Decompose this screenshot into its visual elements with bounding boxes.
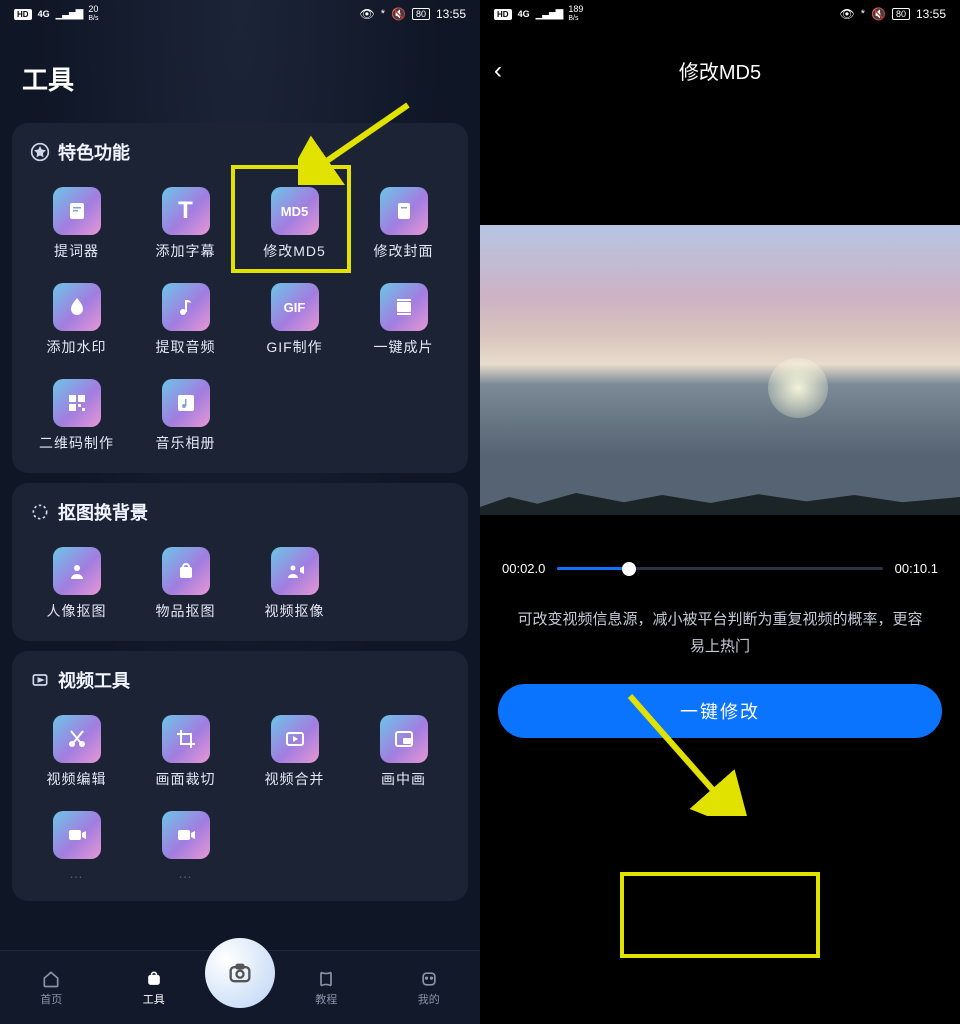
mute-icon: 🔇: [391, 7, 406, 21]
scrubber-track[interactable]: [557, 567, 882, 570]
play-icon: [271, 715, 319, 763]
tool-crop[interactable]: 画面裁切: [131, 705, 240, 801]
tool-auto-film[interactable]: 一键成片: [349, 273, 458, 369]
header-title: 修改MD5: [494, 56, 946, 85]
tool-video-edit[interactable]: 视频编辑: [22, 705, 131, 801]
nav-home[interactable]: 首页: [0, 969, 103, 1007]
pip-icon: [380, 715, 428, 763]
section-title: 视频工具: [58, 667, 130, 693]
preview-image: [480, 225, 960, 515]
doc-icon: [53, 187, 101, 235]
scrubber-fill: [557, 567, 629, 570]
section-special: 特色功能 提词器 T添加字幕 MD5修改MD5 修改封面 添加水印 提取音频 G…: [12, 123, 468, 473]
t-icon: T: [162, 187, 210, 235]
net-speed: 189B/s: [568, 5, 583, 23]
nav-camera[interactable]: [205, 938, 275, 1008]
vidperson-icon: [271, 547, 319, 595]
note-icon: [162, 283, 210, 331]
video-preview[interactable]: [480, 225, 960, 515]
cut-icon: [53, 715, 101, 763]
page-icon: [380, 187, 428, 235]
nav-tutorial[interactable]: 教程: [275, 969, 378, 1007]
hd-badge: HD: [494, 9, 512, 20]
section-title: 特色功能: [58, 139, 130, 165]
signal-icon: ▁▃▅▇: [536, 9, 563, 20]
nav-tools[interactable]: 工具: [103, 969, 206, 1007]
crop-icon: [162, 715, 210, 763]
tool-extra1[interactable]: …: [22, 801, 131, 893]
highlight-button: [620, 872, 820, 958]
bluetooth-icon: *: [861, 8, 865, 20]
phone-left: HD 4G ▁▃▅▇ 20B/s 👁 * 🔇 80 13:55 工具 特色功能 …: [0, 0, 480, 1024]
tool-subtitle[interactable]: T添加字幕: [131, 177, 240, 273]
tool-cover[interactable]: 修改封面: [349, 177, 458, 273]
section-cutout: 抠图换背景 人像抠图 物品抠图 视频抠像: [12, 483, 468, 641]
tool-music-album[interactable]: 音乐相册: [131, 369, 240, 465]
person-icon: [53, 547, 101, 595]
film-icon: [380, 283, 428, 331]
tool-portrait-cutout[interactable]: 人像抠图: [22, 537, 131, 633]
md5-icon: MD5: [271, 187, 319, 235]
vid-extra1-icon: [53, 811, 101, 859]
time-current: 00:02.0: [502, 561, 545, 576]
header: ‹ 修改MD5: [480, 28, 960, 95]
tool-gif[interactable]: GIFGIF制作: [240, 273, 349, 369]
status-bar-left: HD 4G ▁▃▅▇ 20B/s 👁 * 🔇 80 13:55: [0, 0, 480, 28]
star-icon: [30, 142, 50, 162]
music-icon: [162, 379, 210, 427]
time-total: 00:10.1: [895, 561, 938, 576]
scrubber: 00:02.0 00:10.1: [480, 515, 960, 576]
cutout-icon: [30, 502, 50, 522]
tool-object-cutout[interactable]: 物品抠图: [131, 537, 240, 633]
bag-icon: [162, 547, 210, 595]
tool-merge[interactable]: 视频合并: [240, 705, 349, 801]
nav-mine[interactable]: 我的: [378, 969, 481, 1007]
section-video-tools: 视频工具 视频编辑 画面裁切 视频合并 画中画 … …: [12, 651, 468, 901]
signal-icon: ▁▃▅▇: [56, 9, 83, 20]
section-title: 抠图换背景: [58, 499, 148, 525]
tool-pip[interactable]: 画中画: [349, 705, 458, 801]
tool-md5[interactable]: MD5修改MD5: [240, 177, 349, 273]
drop-icon: [53, 283, 101, 331]
tool-watermark[interactable]: 添加水印: [22, 273, 131, 369]
hint-text: 可改变视频信息源，减小被平台判断为重复视频的概率，更容易上热门: [480, 576, 960, 660]
video-section-icon: [30, 670, 50, 690]
net-badge: 4G: [518, 9, 530, 19]
modify-button[interactable]: 一键修改: [498, 684, 942, 738]
battery-indicator: 80: [892, 8, 910, 20]
scrubber-handle[interactable]: [622, 562, 636, 576]
bluetooth-icon: *: [381, 8, 385, 20]
tool-video-cutout[interactable]: 视频抠像: [240, 537, 349, 633]
tool-teleprompter[interactable]: 提词器: [22, 177, 131, 273]
status-bar-right: HD 4G ▁▃▅▇ 189B/s 👁 * 🔇 80 13:55: [480, 0, 960, 28]
page-title: 工具: [0, 28, 480, 113]
bottom-nav: 首页 工具 教程 我的: [0, 950, 480, 1024]
tool-extra2[interactable]: …: [131, 801, 240, 893]
tool-extract-audio[interactable]: 提取音频: [131, 273, 240, 369]
tool-qrcode[interactable]: 二维码制作: [22, 369, 131, 465]
clock: 13:55: [916, 7, 946, 21]
mute-icon: 🔇: [871, 7, 886, 21]
net-badge: 4G: [38, 9, 50, 19]
vid-extra2-icon: [162, 811, 210, 859]
net-speed: 20B/s: [88, 5, 98, 23]
battery-indicator: 80: [412, 8, 430, 20]
phone-right: HD 4G ▁▃▅▇ 189B/s 👁 * 🔇 80 13:55 ‹ 修改MD5…: [480, 0, 960, 1024]
gif-icon: GIF: [271, 283, 319, 331]
eye-icon: 👁: [839, 7, 854, 21]
clock: 13:55: [436, 7, 466, 21]
hd-badge: HD: [14, 9, 32, 20]
qr-icon: [53, 379, 101, 427]
eye-icon: 👁: [359, 7, 374, 21]
